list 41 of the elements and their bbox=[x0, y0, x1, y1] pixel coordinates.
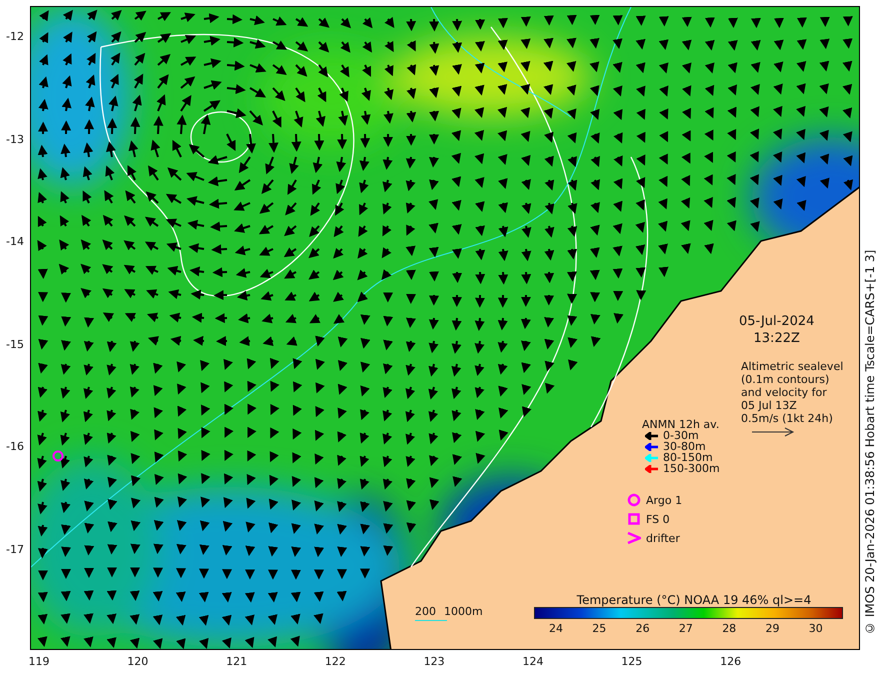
marker-label: Argo 1 bbox=[646, 494, 682, 506]
longitude-label: 120 bbox=[127, 655, 148, 668]
latitude-label: -14 bbox=[6, 235, 24, 248]
longitude-label: 124 bbox=[522, 655, 544, 668]
longitude-label: 121 bbox=[226, 655, 248, 668]
colorbar-title: Temperature (°C) NOAA 19 46% ql>=4 bbox=[576, 593, 812, 607]
isobath-line bbox=[415, 620, 447, 621]
credit-text: © IMOS 20-Jan-2026 01:38:56 Hobart time Tscale=CARS+[-1 3] bbox=[863, 248, 877, 635]
longitude-label: 122 bbox=[324, 655, 346, 668]
longitude-label: 119 bbox=[28, 655, 50, 668]
marker-label: drifter bbox=[646, 532, 680, 544]
colorbar-tick-label: 29 bbox=[766, 622, 780, 635]
colorbar-tick-label: 30 bbox=[808, 622, 823, 635]
latitude-label: -16 bbox=[6, 440, 24, 453]
colorbar-tick-label: 27 bbox=[678, 622, 693, 635]
square-marker-icon bbox=[627, 512, 641, 526]
velocity-scale-arrow-icon bbox=[751, 427, 795, 437]
colorbar-tick-label: 24 bbox=[549, 622, 563, 635]
latitude-label: -17 bbox=[6, 542, 24, 556]
map-description: Altimetric sealevel (0.1m contours) and velocity for 05 Jul 13Z 0.5m/s (1kt 24h) bbox=[741, 360, 844, 425]
longitude-label: 123 bbox=[424, 655, 445, 668]
depth-label: 30-80m bbox=[663, 441, 706, 452]
circle-marker-icon bbox=[627, 493, 641, 507]
longitude-label: 126 bbox=[720, 655, 742, 668]
depth-label: 80-150m bbox=[663, 452, 713, 463]
latitude-label: -12 bbox=[6, 30, 24, 43]
colorbar-tick-label: 25 bbox=[592, 622, 606, 635]
map-date: 05-Jul-2024 bbox=[739, 313, 814, 330]
latitude-label: -13 bbox=[6, 132, 24, 146]
colorbar-tick-label: 28 bbox=[722, 622, 736, 635]
isobath-label: 1000m bbox=[444, 605, 483, 618]
map-time: 13:22Z bbox=[752, 330, 801, 347]
latitude-label: -15 bbox=[6, 338, 24, 350]
marker-label: FS 0 bbox=[646, 512, 670, 526]
chevron-marker-icon bbox=[627, 531, 641, 545]
depth-label: 0-30m bbox=[663, 430, 699, 441]
isobath-label: 200 bbox=[415, 605, 436, 618]
depth-label: 150-300m bbox=[663, 463, 720, 474]
mooring-legend-title: ANMN 12h av. bbox=[642, 419, 720, 430]
longitude-label: 125 bbox=[621, 655, 642, 668]
colorbar-tick-label: 26 bbox=[636, 622, 650, 635]
